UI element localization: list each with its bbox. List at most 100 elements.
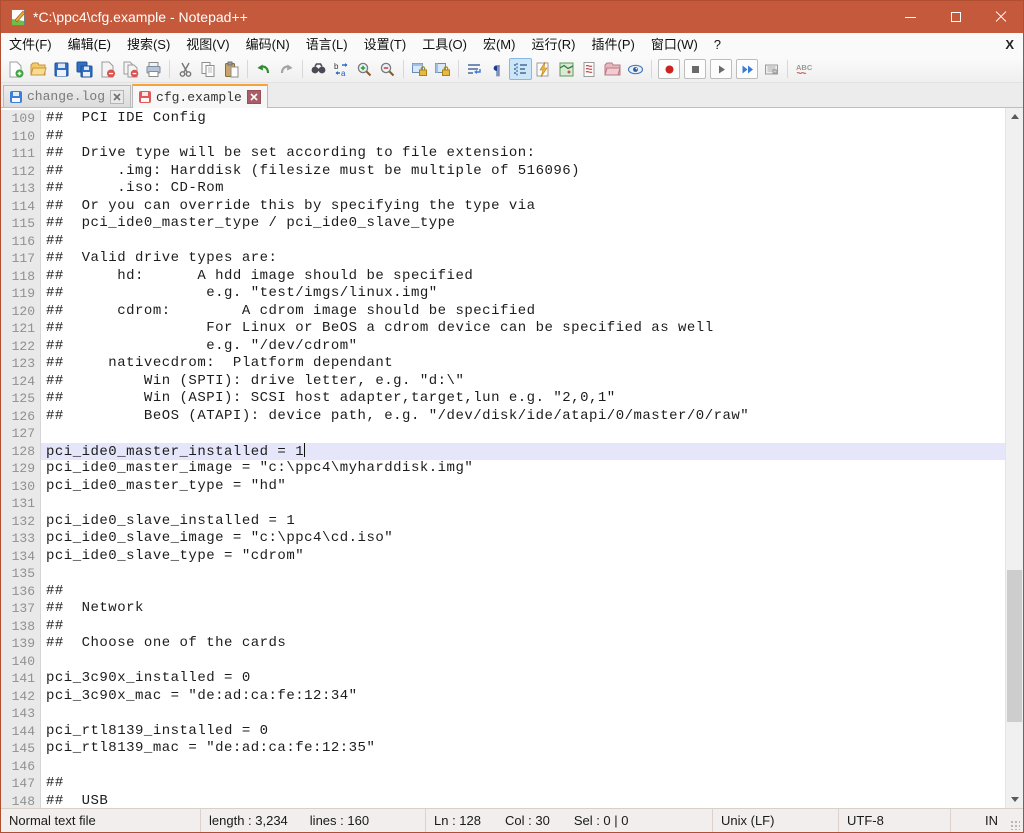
menu-item[interactable]: 工具(O) xyxy=(414,33,475,56)
save-button[interactable] xyxy=(50,58,73,80)
zoom-out-button[interactable] xyxy=(376,58,399,80)
code-line[interactable]: 122 ## e.g. "/dev/cdrom" xyxy=(1,337,1005,355)
udl-dialog-button[interactable] xyxy=(532,58,555,80)
code-line[interactable]: 148 ## USB xyxy=(1,792,1005,808)
editor-area[interactable]: 109 ## PCI IDE Config 110 ## 111 ## Driv… xyxy=(1,108,1023,808)
code-line[interactable]: 142 pci_3c90x_mac = "de:ad:ca:fe:12:34" xyxy=(1,687,1005,705)
menu-item[interactable]: ? xyxy=(706,33,729,56)
macro-stop-button[interactable] xyxy=(684,59,706,79)
code-line[interactable]: 134 pci_ide0_slave_type = "cdrom" xyxy=(1,547,1005,565)
code-line[interactable]: 140 xyxy=(1,652,1005,670)
status-encoding[interactable]: UTF-8 xyxy=(839,809,951,832)
code-line[interactable]: 121 ## For Linux or BeOS a cdrom device … xyxy=(1,320,1005,338)
tab-close-button[interactable] xyxy=(110,89,125,104)
copy-button[interactable] xyxy=(197,58,220,80)
menu-item[interactable]: 插件(P) xyxy=(584,33,643,56)
code-line[interactable]: 124 ## Win (SPTI): drive letter, e.g. "d… xyxy=(1,372,1005,390)
paste-button[interactable] xyxy=(220,58,243,80)
show-all-characters-button[interactable]: ¶ xyxy=(486,58,509,80)
macro-save-button[interactable] xyxy=(760,58,783,80)
document-tab[interactable]: change.log xyxy=(3,85,132,107)
code-line[interactable]: 141 pci_3c90x_installed = 0 xyxy=(1,670,1005,688)
scroll-down-button[interactable] xyxy=(1006,791,1023,808)
scrollbar-thumb[interactable] xyxy=(1007,570,1022,722)
menu-item[interactable]: 编辑(E) xyxy=(60,33,119,56)
macro-record-button[interactable] xyxy=(658,59,680,79)
close-file-button[interactable] xyxy=(96,58,119,80)
code-line[interactable]: 109 ## PCI IDE Config xyxy=(1,110,1005,128)
minimize-button[interactable] xyxy=(888,1,933,33)
code-line[interactable]: 119 ## e.g. "test/imgs/linux.img" xyxy=(1,285,1005,303)
close-button[interactable] xyxy=(978,1,1023,33)
zoom-in-button[interactable] xyxy=(353,58,376,80)
code-line[interactable]: 131 xyxy=(1,495,1005,513)
code-line[interactable]: 110 ## xyxy=(1,127,1005,145)
find-button[interactable] xyxy=(307,58,330,80)
word-wrap-button[interactable] xyxy=(463,58,486,80)
undo-button[interactable] xyxy=(252,58,275,80)
close-all-button[interactable] xyxy=(119,58,142,80)
document-tab[interactable]: cfg.example xyxy=(132,84,268,108)
code-line[interactable]: 130 pci_ide0_master_type = "hd" xyxy=(1,477,1005,495)
document-map-button[interactable] xyxy=(555,58,578,80)
sync-vertical-scroll-button[interactable] xyxy=(408,58,431,80)
code-line[interactable]: 135 xyxy=(1,565,1005,583)
file-monitoring-button[interactable] xyxy=(624,58,647,80)
code-line[interactable]: 114 ## Or you can override this by speci… xyxy=(1,197,1005,215)
replace-button[interactable]: ba xyxy=(330,58,353,80)
code-line[interactable]: 145 pci_rtl8139_mac = "de:ad:ca:fe:12:35… xyxy=(1,740,1005,758)
save-all-button[interactable] xyxy=(73,58,96,80)
code-line[interactable]: 147 ## xyxy=(1,775,1005,793)
code-line[interactable]: 143 xyxy=(1,705,1005,723)
code-line[interactable]: 117 ## Valid drive types are: xyxy=(1,250,1005,268)
menu-item[interactable]: 设置(T) xyxy=(356,33,415,56)
maximize-button[interactable] xyxy=(933,1,978,33)
folder-as-workspace-button[interactable] xyxy=(601,58,624,80)
menu-item[interactable]: 窗口(W) xyxy=(643,33,706,56)
cut-button[interactable] xyxy=(174,58,197,80)
scroll-up-button[interactable] xyxy=(1006,108,1023,125)
code-line[interactable]: 133 pci_ide0_slave_image = "c:\ppc4\cd.i… xyxy=(1,530,1005,548)
code-line[interactable]: 129 pci_ide0_master_image = "c:\ppc4\myh… xyxy=(1,460,1005,478)
macro-play-button[interactable] xyxy=(710,59,732,79)
menu-item[interactable]: 文件(F) xyxy=(1,33,60,56)
print-button[interactable] xyxy=(142,58,165,80)
menu-item[interactable]: 语言(L) xyxy=(298,33,356,56)
macro-run-multiple-button[interactable] xyxy=(736,59,758,79)
redo-button[interactable] xyxy=(275,58,298,80)
status-typing-mode[interactable]: IN xyxy=(951,809,1010,832)
vertical-scrollbar[interactable] xyxy=(1005,108,1023,808)
code-line[interactable]: 113 ## .iso: CD-Rom xyxy=(1,180,1005,198)
show-indent-guide-button[interactable] xyxy=(509,58,532,80)
status-eol-format[interactable]: Unix (LF) xyxy=(713,809,839,832)
menu-item[interactable]: 视图(V) xyxy=(178,33,237,56)
menu-item[interactable]: 编码(N) xyxy=(238,33,298,56)
code-line[interactable]: 116 ## xyxy=(1,232,1005,250)
code-line[interactable]: 144 pci_rtl8139_installed = 0 xyxy=(1,722,1005,740)
code-line[interactable]: 126 ## BeOS (ATAPI): device path, e.g. "… xyxy=(1,407,1005,425)
code-line[interactable]: 137 ## Network xyxy=(1,600,1005,618)
spell-check-button[interactable]: ABC xyxy=(792,58,815,80)
code-line[interactable]: 139 ## Choose one of the cards xyxy=(1,635,1005,653)
menu-bar-close-button[interactable]: X xyxy=(996,37,1023,52)
code-line[interactable]: 115 ## pci_ide0_master_type / pci_ide0_s… xyxy=(1,215,1005,233)
code-line[interactable]: 123 ## nativecdrom: Platform dependant xyxy=(1,355,1005,373)
title-bar[interactable]: *C:\ppc4\cfg.example - Notepad++ xyxy=(1,1,1023,33)
code-line[interactable]: 125 ## Win (ASPI): SCSI host adapter,tar… xyxy=(1,390,1005,408)
new-file-button[interactable] xyxy=(4,58,27,80)
sync-horizontal-scroll-button[interactable] xyxy=(431,58,454,80)
resize-grip[interactable] xyxy=(1010,819,1020,830)
code-line[interactable]: 128 pci_ide0_master_installed = 1 xyxy=(1,442,1005,460)
code-line[interactable]: 118 ## hd: A hdd image should be specifi… xyxy=(1,267,1005,285)
code-line[interactable]: 111 ## Drive type will be set according … xyxy=(1,145,1005,163)
code-line[interactable]: 136 ## xyxy=(1,582,1005,600)
code-line[interactable]: 112 ## .img: Harddisk (filesize must be … xyxy=(1,162,1005,180)
code-line[interactable]: 146 xyxy=(1,757,1005,775)
code-line[interactable]: 120 ## cdrom: A cdrom image should be sp… xyxy=(1,302,1005,320)
tab-close-button[interactable] xyxy=(246,90,261,104)
code-line[interactable]: 138 ## xyxy=(1,617,1005,635)
menu-item[interactable]: 运行(R) xyxy=(523,33,583,56)
open-file-button[interactable] xyxy=(27,58,50,80)
document-list-button[interactable] xyxy=(578,58,601,80)
menu-item[interactable]: 宏(M) xyxy=(475,33,524,56)
